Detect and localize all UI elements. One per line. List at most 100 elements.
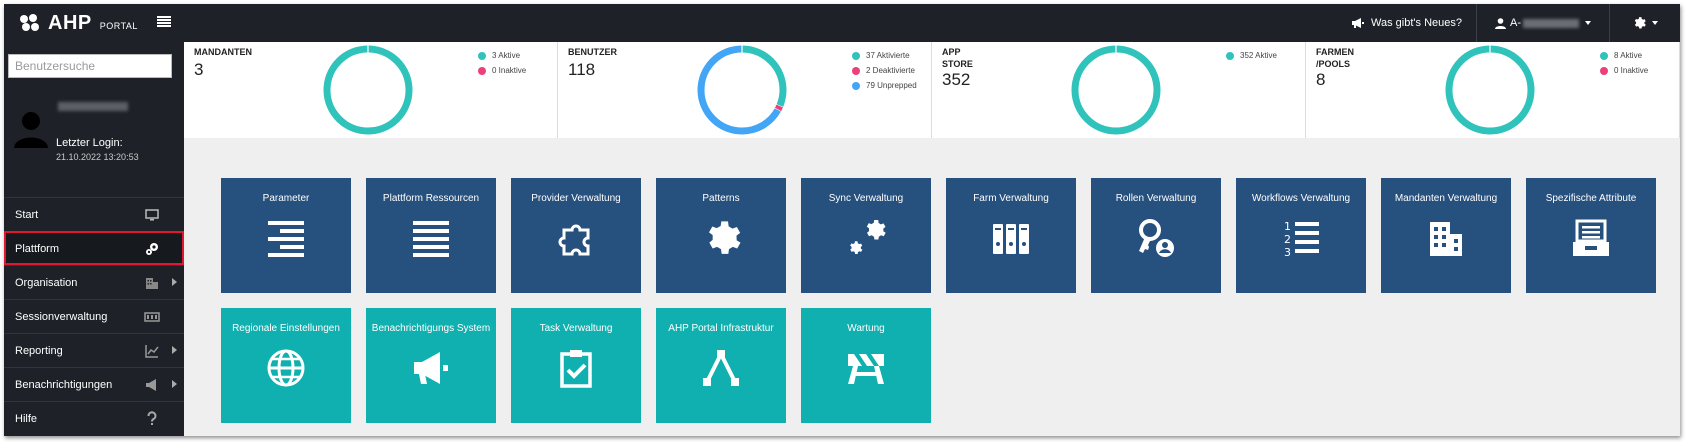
- sidebar: Letzter Login: 21.10.2022 13:20:53 Start…: [4, 42, 184, 436]
- building-icon: [146, 278, 158, 289]
- stat-card-farmen-pools[interactable]: FARMEN /POOLS 8 8 Aktive 0 Inaktive: [1306, 42, 1680, 138]
- stat-card-mandanten[interactable]: MANDANTEN 3 3 Aktive 0 Inaktive: [184, 42, 558, 138]
- legend-dot: [852, 51, 860, 60]
- donut-gap: [1489, 44, 1491, 53]
- monitor-icon: [145, 209, 159, 221]
- news-button[interactable]: Was gibt's Neues?: [1337, 4, 1476, 42]
- stat-title: APP STORE: [942, 47, 973, 69]
- stat-title: BENUTZER: [568, 47, 617, 57]
- legend-dot: [1226, 51, 1234, 60]
- chevron-right-icon: [172, 380, 177, 388]
- app-window: AHP PORTAL Was gibt's Neues? A- Benutzer…: [4, 4, 1680, 436]
- tile-label: Farm Verwaltung: [973, 193, 1049, 204]
- tile-sync-verwaltung[interactable]: Sync Verwaltung: [801, 178, 931, 293]
- tile-regionale-einstellungen[interactable]: Regionale Einstellungen: [221, 308, 351, 423]
- legend-item: 79 Unprepped: [852, 78, 917, 93]
- tile-label: AHP Portal Infrastruktur: [668, 323, 774, 334]
- sidebar-item-label: Sessionverwaltung: [15, 311, 108, 323]
- stat-value: 118: [568, 60, 596, 79]
- tile-label: Patterns: [702, 193, 740, 204]
- megaphone-icon: [1352, 18, 1365, 28]
- avatar: [14, 112, 48, 148]
- sidebar-nav: Start Plattform Organisation Sessionverw…: [4, 197, 184, 435]
- donut-chart: [697, 44, 787, 135]
- user-icon: [1495, 17, 1506, 29]
- globe-icon: [267, 349, 305, 387]
- chevron-right-icon: [172, 346, 177, 354]
- legend-dot: [478, 51, 486, 60]
- sidebar-item-label: Hilfe: [15, 413, 38, 425]
- news-label: Was gibt's Neues?: [1371, 17, 1462, 29]
- menu-toggle-icon[interactable]: [157, 16, 171, 28]
- tile-label: Rollen Verwaltung: [1115, 193, 1197, 204]
- donut-segment: [1445, 45, 1535, 135]
- tile-task-verwaltung[interactable]: Task Verwaltung: [511, 308, 641, 423]
- donut-gap: [741, 44, 743, 53]
- user-name-prefix: A-: [1510, 17, 1521, 29]
- stat-legend: 352 Aktive: [1226, 48, 1277, 63]
- puzzle-icon: [558, 224, 590, 256]
- clipboard-check-icon: [560, 350, 592, 388]
- question-icon: [147, 411, 157, 425]
- tile-label: Sync Verwaltung: [828, 193, 904, 204]
- logo-dots-icon: [20, 14, 42, 32]
- tile-farm-verwaltung[interactable]: Farm Verwaltung: [946, 178, 1076, 293]
- tile-spezifische-attribute[interactable]: Spezifische Attribute: [1526, 178, 1656, 293]
- sidebar-item-sessionverwaltung[interactable]: Sessionverwaltung: [4, 299, 184, 333]
- binders-icon: [993, 224, 1029, 254]
- align-right-icon: [268, 221, 304, 257]
- sidebar-item-organisation[interactable]: Organisation: [4, 265, 184, 299]
- top-bar: AHP PORTAL Was gibt's Neues? A-: [4, 4, 1680, 42]
- tile-label: Task Verwaltung: [539, 323, 613, 334]
- tile-parameter[interactable]: Parameter: [221, 178, 351, 293]
- sidebar-item-hilfe[interactable]: Hilfe: [4, 401, 184, 435]
- stat-legend: 37 Aktivierte 2 Deaktivierte 79 Unpreppe…: [852, 48, 917, 93]
- sidebar-item-reporting[interactable]: Reporting: [4, 333, 184, 367]
- tile-benachrichtigungs-system[interactable]: Benachrichtigungs System: [366, 308, 496, 423]
- chevron-down-icon: [1652, 21, 1658, 25]
- numbered-list-icon: 1 2 3: [1284, 220, 1319, 258]
- svg-text:1: 1: [1284, 220, 1291, 233]
- stat-card-benutzer[interactable]: BENUTZER 118 37 Aktivierte 2 Deaktiviert…: [558, 42, 932, 138]
- tile-provider-verwaltung[interactable]: Provider Verwaltung: [511, 178, 641, 293]
- sidebar-item-start[interactable]: Start: [4, 197, 184, 231]
- stat-value: 8: [1316, 70, 1326, 89]
- donut-chart: [323, 44, 413, 135]
- svg-text:2: 2: [1284, 233, 1291, 246]
- legend-item: 352 Aktive: [1226, 48, 1277, 63]
- legend-item: 37 Aktivierte: [852, 48, 917, 63]
- donut-chart: [1071, 44, 1161, 135]
- profile-name-redacted: [58, 102, 128, 111]
- tile-label: Workflows Verwaltung: [1251, 193, 1351, 204]
- sidebar-item-label: Plattform: [15, 243, 60, 255]
- legend-item: 3 Aktive: [478, 48, 526, 63]
- tile-plattform-ressourcen[interactable]: Plattform Ressourcen: [366, 178, 496, 293]
- building-icon: [1430, 222, 1462, 256]
- sidebar-item-label: Reporting: [15, 345, 63, 357]
- tile-rollen-verwaltung[interactable]: Rollen Verwaltung: [1091, 178, 1221, 293]
- stat-legend: 8 Aktive 0 Inaktive: [1600, 48, 1648, 78]
- tile-label: Mandanten Verwaltung: [1394, 193, 1498, 204]
- tile-wartung[interactable]: Wartung: [801, 308, 931, 423]
- chart-icon: [145, 345, 159, 358]
- legend-item: 2 Deaktivierte: [852, 63, 917, 78]
- stat-card-app-store[interactable]: APP STORE 352 352 Aktive: [932, 42, 1306, 138]
- tile-workflows-verwaltung[interactable]: Workflows Verwaltung 1 2 3: [1236, 178, 1366, 293]
- donut-gap: [1115, 44, 1117, 53]
- logo[interactable]: AHP PORTAL: [20, 11, 138, 35]
- legend-dot: [478, 66, 486, 75]
- network-icon: [703, 350, 739, 386]
- user-search-input[interactable]: [8, 54, 172, 78]
- sidebar-item-plattform[interactable]: Plattform: [4, 231, 184, 265]
- legend-dot: [1600, 66, 1608, 75]
- user-menu[interactable]: A-: [1477, 4, 1609, 42]
- sidebar-item-benachrichtigungen[interactable]: Benachrichtigungen: [4, 367, 184, 401]
- legend-item: 0 Inaktive: [1600, 63, 1648, 78]
- gear-icon: [1634, 17, 1646, 29]
- megaphone-icon: [146, 379, 156, 391]
- settings-menu[interactable]: [1610, 4, 1680, 42]
- tile-mandanten-verwaltung[interactable]: Mandanten Verwaltung: [1381, 178, 1511, 293]
- tile-patterns[interactable]: Patterns: [656, 178, 786, 293]
- tile-ahp-portal-infrastruktur[interactable]: AHP Portal Infrastruktur: [656, 308, 786, 423]
- brand-portal: PORTAL: [99, 21, 138, 31]
